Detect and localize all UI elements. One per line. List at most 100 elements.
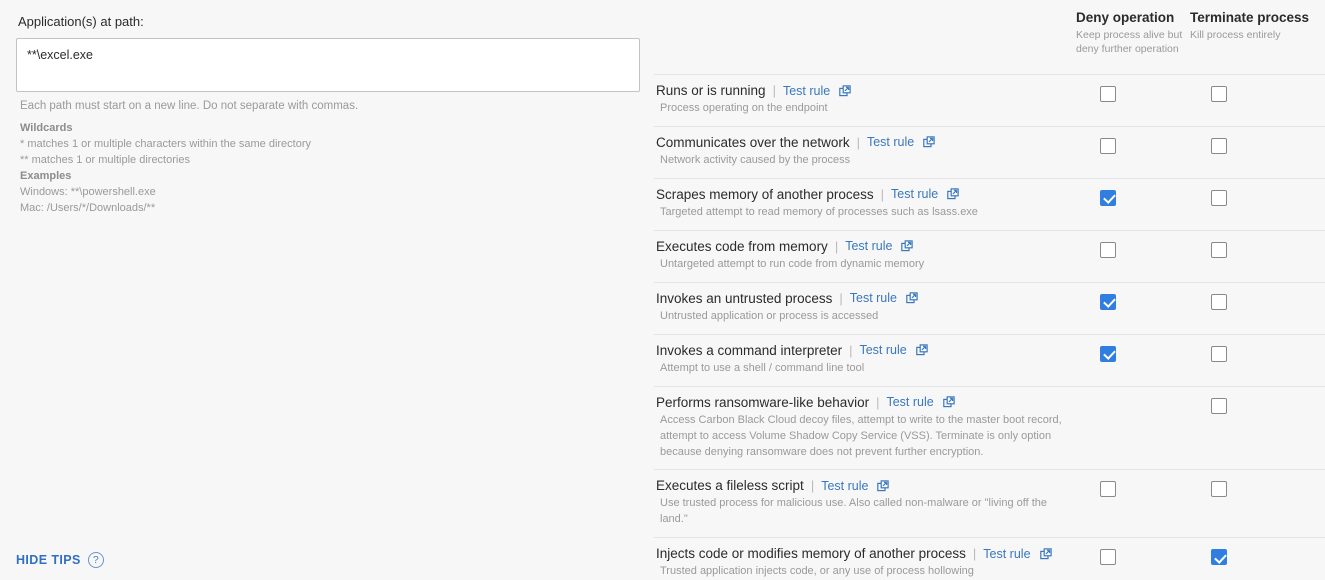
operations-panel: Deny operation Keep process alive but de…: [650, 0, 1325, 580]
example-windows: Windows: **\powershell.exe: [20, 185, 156, 198]
deny-checkbox[interactable]: [1100, 549, 1116, 566]
terminate-column-title: Terminate process: [1190, 10, 1310, 25]
deny-checkbox[interactable]: [1100, 481, 1116, 498]
tips-block: Wildcards * matches 1 or multiple charac…: [20, 121, 638, 217]
test-rule-link[interactable]: Test rule: [845, 239, 892, 253]
deny-checkbox[interactable]: [1100, 241, 1116, 258]
external-link-icon[interactable]: [877, 480, 890, 492]
rule-title: Performs ransomware-like behavior: [656, 394, 870, 410]
test-rule-link[interactable]: Test rule: [850, 291, 897, 305]
external-link-icon[interactable]: [901, 240, 914, 252]
test-rule-link[interactable]: Test rule: [859, 343, 906, 357]
deny-checkbox[interactable]: [1100, 86, 1116, 102]
rule-title: Invokes a command interpreter: [656, 342, 843, 358]
rule-row-1: Communicates over the network | Test rul…: [654, 125, 1325, 178]
test-rule-link[interactable]: Test rule: [783, 84, 830, 98]
terminate-cell: [1190, 478, 1304, 498]
rule-description: Access Carbon Black Cloud decoy files, a…: [660, 413, 1062, 458]
deny-checkbox[interactable]: [1100, 137, 1116, 154]
rule-title-line: Executes a fileless script | Test rule: [656, 478, 1076, 493]
application-path-panel: Application(s) at path: Each path must s…: [0, 0, 650, 580]
wildcards-heading: Wildcards: [20, 122, 73, 134]
external-link-icon[interactable]: [1039, 548, 1052, 560]
deny-checkbox[interactable]: [1100, 345, 1116, 362]
test-rule-link[interactable]: Test rule: [983, 547, 1030, 561]
test-rule-link[interactable]: Test rule: [821, 479, 868, 493]
rule-title: Runs or is running: [656, 83, 766, 98]
terminate-checkbox[interactable]: [1211, 345, 1227, 362]
rule-description: Network activity caused by the process: [660, 153, 851, 166]
rule-title: Scrapes memory of another process: [656, 186, 874, 202]
rule-row-4: Invokes an untrusted process | Test rule…: [654, 281, 1325, 334]
path-hint: Each path must start on a new line. Do n…: [20, 100, 359, 112]
terminate-cell: [1190, 343, 1304, 362]
rule-title-line: Executes code from memory | Test rule: [656, 239, 1076, 254]
rule-row-2: Scrapes memory of another process | Test…: [654, 177, 1325, 230]
rule-text: Executes a fileless script | Test rule U…: [654, 478, 1076, 528]
terminate-cell: [1190, 546, 1304, 566]
external-link-icon[interactable]: [947, 188, 959, 200]
deny-cell: [1076, 83, 1190, 102]
rule-title: Executes code from memory: [656, 238, 828, 254]
rule-separator: |: [880, 186, 884, 202]
terminate-cell: [1190, 395, 1304, 414]
rule-title-line: Invokes an untrusted process | Test rule: [656, 291, 1076, 306]
deny-checkbox[interactable]: [1100, 293, 1116, 310]
deny-cell: [1076, 291, 1190, 310]
terminate-cell: [1190, 239, 1304, 258]
deny-checkbox[interactable]: [1100, 189, 1116, 206]
examples-heading: Examples: [20, 169, 72, 182]
rule-title-line: Scrapes memory of another process | Test…: [656, 187, 1076, 202]
column-header-terminate: Terminate process Kill process entirely: [1190, 10, 1320, 42]
terminate-checkbox[interactable]: [1211, 481, 1227, 498]
external-link-icon[interactable]: [906, 292, 918, 304]
external-link-icon[interactable]: [915, 344, 928, 356]
column-header-deny: Deny operation Keep process alive but de…: [1076, 10, 1184, 56]
application-path-input[interactable]: [16, 38, 640, 92]
rule-title: Communicates over the network: [656, 134, 850, 150]
question-circle-icon[interactable]: ?: [87, 552, 104, 568]
rule-description: Targeted attempt to read memory of proce…: [660, 205, 978, 218]
rule-row-8: Injects code or modifies memory of anoth…: [654, 537, 1325, 580]
example-mac: Mac: /Users/*/Downloads/**: [20, 201, 156, 214]
rule-text: Scrapes memory of another process | Test…: [654, 187, 1076, 221]
wildcard-double: ** matches 1 or multiple directories: [20, 153, 190, 166]
rule-description: Trusted application injects code, or any…: [660, 565, 974, 578]
rule-row-0: Runs or is running | Test rule Process o…: [654, 74, 1325, 126]
terminate-checkbox[interactable]: [1211, 137, 1227, 154]
terminate-checkbox[interactable]: [1211, 241, 1227, 258]
hide-tips-button[interactable]: HIDE TIPS ?: [16, 552, 104, 568]
rule-title-line: Runs or is running | Test rule: [656, 83, 1076, 98]
rule-text: Invokes a command interpreter | Test rul…: [654, 343, 1076, 377]
test-rule-link[interactable]: Test rule: [891, 187, 938, 201]
rule-separator: |: [856, 134, 860, 150]
wildcard-single: * matches 1 or multiple characters withi…: [20, 137, 312, 150]
terminate-checkbox[interactable]: [1211, 293, 1227, 310]
rule-text: Runs or is running | Test rule Process o…: [654, 83, 1076, 117]
rule-title-line: Invokes a command interpreter | Test rul…: [656, 343, 1076, 358]
rule-title: Executes a fileless script: [656, 478, 804, 494]
external-link-icon[interactable]: [942, 396, 955, 408]
rule-separator: |: [849, 342, 853, 358]
deny-column-subtitle: Keep process alive but deny further oper…: [1076, 29, 1183, 56]
terminate-cell: [1190, 83, 1304, 102]
rule-separator: |: [834, 238, 839, 254]
rule-text: Communicates over the network | Test rul…: [654, 135, 1076, 169]
terminate-checkbox[interactable]: [1211, 86, 1227, 102]
rule-separator: |: [772, 83, 776, 98]
test-rule-link[interactable]: Test rule: [886, 395, 933, 409]
rule-text: Performs ransomware-like behavior | Test…: [654, 395, 1076, 461]
external-link-icon[interactable]: [923, 136, 935, 148]
terminate-checkbox[interactable]: [1211, 189, 1227, 206]
terminate-checkbox[interactable]: [1211, 549, 1227, 566]
terminate-cell: [1190, 187, 1304, 206]
rule-row-7: Executes a fileless script | Test rule U…: [654, 469, 1325, 537]
external-link-icon[interactable]: [839, 84, 851, 97]
rule-separator: |: [839, 290, 843, 306]
rule-title-line: Communicates over the network | Test rul…: [656, 135, 1076, 150]
terminate-checkbox[interactable]: [1211, 397, 1227, 414]
rule-row-3: Executes code from memory | Test rule Un…: [654, 229, 1325, 282]
test-rule-link[interactable]: Test rule: [867, 135, 914, 149]
hide-tips-label: HIDE TIPS: [16, 553, 81, 567]
rule-separator: |: [876, 394, 880, 410]
